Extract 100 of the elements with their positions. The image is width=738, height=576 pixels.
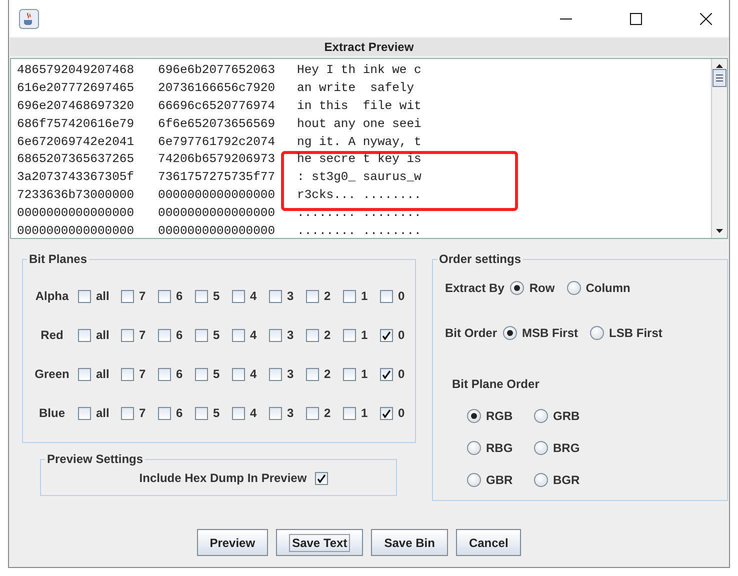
- checkbox-label: 7: [139, 327, 146, 343]
- ascii-text: an write safely: [297, 80, 414, 97]
- checkbox[interactable]: [78, 406, 91, 420]
- checkbox-label: 6: [176, 405, 183, 421]
- checkbox-label: 2: [324, 366, 331, 382]
- hex-text: 0000000000000000: [17, 205, 136, 222]
- checkbox[interactable]: [232, 406, 245, 420]
- radio-button[interactable]: [534, 441, 548, 455]
- radio-button[interactable]: [566, 281, 581, 295]
- scrollbar[interactable]: [711, 59, 727, 238]
- checkbox-label: 2: [324, 327, 331, 343]
- checkbox[interactable]: [158, 328, 171, 342]
- checkbox[interactable]: [343, 406, 356, 420]
- ascii-text: : st3g0_ saurus_w: [297, 169, 422, 186]
- checkbox[interactable]: [306, 368, 319, 380]
- radio-label: Column: [586, 280, 630, 297]
- hex-text: 696e6b2077652063: [158, 62, 276, 79]
- radio-button[interactable]: [467, 473, 481, 487]
- hex-text: 7361757275735f77: [158, 169, 276, 186]
- checkbox[interactable]: [232, 328, 245, 342]
- checkbox[interactable]: [269, 406, 282, 420]
- hex-text: 0000000000000000: [158, 205, 276, 222]
- radio-button[interactable]: [467, 441, 481, 455]
- checkbox[interactable]: [78, 368, 91, 380]
- checkbox[interactable]: [269, 328, 282, 342]
- checkbox[interactable]: [78, 290, 91, 302]
- checkbox[interactable]: [121, 290, 134, 302]
- checkbox[interactable]: [195, 290, 208, 302]
- checkbox-label: 5: [213, 327, 220, 343]
- checkbox[interactable]: [380, 368, 393, 380]
- checkbox[interactable]: [195, 328, 208, 342]
- maximize-icon[interactable]: [630, 12, 642, 24]
- checkbox[interactable]: [78, 328, 91, 342]
- checkbox[interactable]: [158, 290, 171, 302]
- checkbox[interactable]: [269, 368, 282, 380]
- channel-label: Blue: [38, 405, 66, 421]
- checkbox[interactable]: [380, 328, 393, 342]
- checkbox[interactable]: [195, 368, 208, 380]
- checkbox[interactable]: [121, 328, 134, 342]
- checkbox-label: 0: [398, 288, 405, 304]
- radio-button[interactable]: [534, 409, 548, 423]
- checkbox-label: 1: [361, 405, 368, 421]
- checkbox[interactable]: [232, 290, 245, 302]
- java-cup-icon: [19, 8, 39, 28]
- checkbox-label: 6: [176, 288, 183, 304]
- checkbox[interactable]: [121, 368, 134, 380]
- radio-label: MSB First: [522, 325, 578, 342]
- checkbox[interactable]: [306, 290, 319, 302]
- checkbox-label: 4: [250, 327, 257, 343]
- radio-button[interactable]: [534, 473, 548, 487]
- ascii-text: hout any one seei: [297, 116, 422, 133]
- radio-button[interactable]: [467, 409, 481, 423]
- radio-label: GBR: [486, 472, 513, 489]
- checkbox-label: Include Hex Dump In Preview: [139, 470, 307, 487]
- minimize-icon[interactable]: [560, 18, 572, 20]
- checkbox-label: 6: [176, 327, 183, 343]
- radio-button[interactable]: [590, 326, 604, 340]
- checkbox[interactable]: [314, 472, 328, 484]
- ascii-text: in this file wit: [297, 98, 422, 115]
- hex-text: 686f757420616e79: [17, 116, 136, 133]
- dialog-button[interactable]: Cancel: [456, 529, 522, 556]
- hex-text: 696e207468697320: [17, 98, 136, 115]
- hex-text: 0000000000000000: [158, 187, 276, 204]
- dialog-button[interactable]: Save Bin: [371, 529, 448, 556]
- channel-label: Green: [34, 366, 70, 382]
- radio-button[interactable]: [503, 326, 518, 340]
- checkbox-label: 2: [324, 288, 331, 304]
- checkbox[interactable]: [306, 406, 319, 420]
- checkbox[interactable]: [158, 406, 171, 420]
- checkbox-label: 3: [287, 327, 294, 343]
- group-title: Bit Planes: [28, 252, 88, 266]
- checkbox[interactable]: [380, 406, 393, 420]
- ascii-text: ........ ........: [297, 223, 422, 238]
- field-label: Bit Order: [445, 325, 498, 342]
- ascii-text: r3cks... ........: [297, 187, 422, 204]
- checkbox-label: all: [96, 327, 110, 343]
- checkbox[interactable]: [121, 406, 134, 420]
- checkbox[interactable]: [343, 290, 356, 302]
- ascii-text: Hey I th ink we c: [297, 62, 422, 79]
- close-icon[interactable]: [700, 12, 712, 24]
- checkbox-label: 5: [213, 288, 220, 304]
- panel-title: Extract Preview: [10, 38, 728, 56]
- dialog-button[interactable]: Save Text: [276, 529, 364, 556]
- checkbox[interactable]: [343, 368, 356, 380]
- checkbox[interactable]: [232, 368, 245, 380]
- radio-button[interactable]: [510, 281, 524, 295]
- checkbox[interactable]: [158, 368, 171, 380]
- checkbox[interactable]: [269, 290, 282, 302]
- dialog-button[interactable]: Preview: [196, 529, 268, 556]
- checkbox-label: 4: [250, 405, 257, 421]
- checkbox[interactable]: [195, 406, 208, 420]
- checkbox-label: 0: [398, 366, 405, 382]
- checkbox[interactable]: [306, 328, 319, 342]
- scroll-thumb[interactable]: [712, 69, 727, 87]
- radio-label: GRB: [553, 408, 580, 425]
- radio-label: Row: [529, 280, 555, 297]
- checkbox[interactable]: [380, 290, 393, 302]
- checkbox[interactable]: [343, 328, 356, 342]
- checkbox-label: 1: [361, 288, 368, 304]
- checkbox-label: 1: [361, 327, 368, 343]
